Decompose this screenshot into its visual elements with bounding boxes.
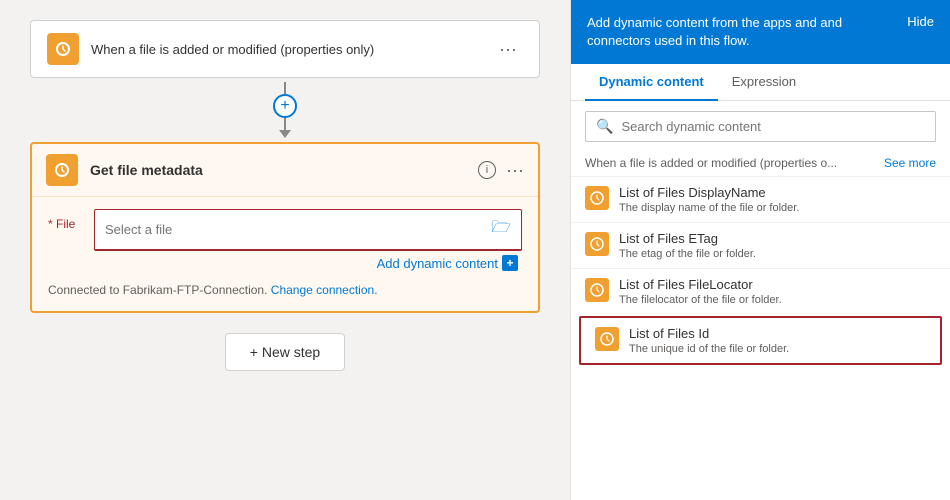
see-more-button[interactable]: See more xyxy=(884,156,936,170)
dynamic-item-0[interactable]: List of Files DisplayName The display na… xyxy=(571,176,950,222)
left-panel: When a file is added or modified (proper… xyxy=(0,0,570,500)
trigger-icon xyxy=(47,33,79,65)
tab-expression-label: Expression xyxy=(732,74,796,89)
tabs-bar: Dynamic content Expression xyxy=(571,64,950,101)
dynamic-section-header: When a file is added or modified (proper… xyxy=(571,152,950,176)
file-field-label: * File xyxy=(48,209,78,231)
connector-line-bottom xyxy=(284,118,286,130)
file-input[interactable] xyxy=(105,222,491,237)
action-card-controls: i ··· xyxy=(478,160,524,181)
action-card: Get file metadata i ··· * File 🗁 Add dyn… xyxy=(30,142,540,313)
tab-dynamic-label: Dynamic content xyxy=(599,74,704,89)
hide-button[interactable]: Hide xyxy=(907,14,934,29)
dynamic-item-title-2: List of Files FileLocator xyxy=(619,277,782,292)
add-dynamic-content-link[interactable]: Add dynamic content + xyxy=(94,255,522,271)
connection-text: Connected to Fabrikam-FTP-Connection. xyxy=(48,283,267,297)
dynamic-content-header-text: Add dynamic content from the apps and an… xyxy=(587,14,907,50)
dynamic-item-2[interactable]: List of Files FileLocator The filelocato… xyxy=(571,268,950,314)
dynamic-item-icon-0 xyxy=(585,186,609,210)
dynamic-item-icon-1 xyxy=(585,232,609,256)
search-input[interactable] xyxy=(621,119,925,134)
dynamic-content-header: Add dynamic content from the apps and an… xyxy=(571,0,950,64)
dynamic-item-title-0: List of Files DisplayName xyxy=(619,185,799,200)
dynamic-item-desc-1: The etag of the file or folder. xyxy=(619,248,756,260)
tab-expression[interactable]: Expression xyxy=(718,64,810,101)
action-icon xyxy=(46,154,78,186)
section-label-text: When a file is added or modified (proper… xyxy=(585,156,837,170)
trigger-card: When a file is added or modified (proper… xyxy=(30,20,540,78)
dynamic-item-title-1: List of Files ETag xyxy=(619,231,756,246)
plus-icon: + xyxy=(280,97,289,115)
dynamic-item-1[interactable]: List of Files ETag The etag of the file … xyxy=(571,222,950,268)
dynamic-item-desc-2: The filelocator of the file or folder. xyxy=(619,294,782,306)
file-field-row: * File 🗁 Add dynamic content + xyxy=(48,209,522,271)
search-icon: 🔍 xyxy=(596,118,613,135)
folder-icon[interactable]: 🗁 xyxy=(491,216,511,243)
connector: + xyxy=(273,82,297,138)
right-panel: Add dynamic content from the apps and an… xyxy=(570,0,950,500)
dynamic-item-text-1: List of Files ETag The etag of the file … xyxy=(619,231,756,260)
trigger-title: When a file is added or modified (proper… xyxy=(91,42,481,57)
search-box[interactable]: 🔍 xyxy=(585,111,936,142)
tab-dynamic-content[interactable]: Dynamic content xyxy=(585,64,718,101)
dynamic-item-icon-2 xyxy=(585,278,609,302)
action-more-button[interactable]: ··· xyxy=(506,160,524,181)
connection-info: Connected to Fabrikam-FTP-Connection. Ch… xyxy=(48,279,522,299)
action-card-title: Get file metadata xyxy=(90,162,466,178)
add-step-button[interactable]: + xyxy=(273,94,297,118)
info-icon: i xyxy=(486,164,488,176)
connector-arrow xyxy=(279,130,291,138)
file-input-box[interactable]: 🗁 xyxy=(94,209,522,251)
dynamic-item-text-3: List of Files Id The unique id of the fi… xyxy=(629,326,789,355)
new-step-button[interactable]: + New step xyxy=(225,333,345,371)
add-dynamic-label: Add dynamic content xyxy=(377,256,498,271)
dynamic-item-text-0: List of Files DisplayName The display na… xyxy=(619,185,799,214)
dynamic-item-icon-3 xyxy=(595,327,619,351)
action-card-header: Get file metadata i ··· xyxy=(32,144,538,197)
action-card-body: * File 🗁 Add dynamic content + Connected… xyxy=(32,197,538,311)
trigger-more-button[interactable]: ··· xyxy=(493,37,523,62)
info-button[interactable]: i xyxy=(478,161,496,179)
dynamic-item-title-3: List of Files Id xyxy=(629,326,789,341)
dynamic-item-text-2: List of Files FileLocator The filelocato… xyxy=(619,277,782,306)
connector-line-top xyxy=(284,82,286,94)
add-dynamic-plus-icon: + xyxy=(502,255,518,271)
file-input-wrapper: 🗁 Add dynamic content + xyxy=(94,209,522,271)
dynamic-item-3[interactable]: List of Files Id The unique id of the fi… xyxy=(579,316,942,365)
dynamic-item-desc-0: The display name of the file or folder. xyxy=(619,202,799,214)
dynamic-items-list: List of Files DisplayName The display na… xyxy=(571,176,950,367)
change-connection-link[interactable]: Change connection. xyxy=(271,283,378,297)
dynamic-item-desc-3: The unique id of the file or folder. xyxy=(629,343,789,355)
